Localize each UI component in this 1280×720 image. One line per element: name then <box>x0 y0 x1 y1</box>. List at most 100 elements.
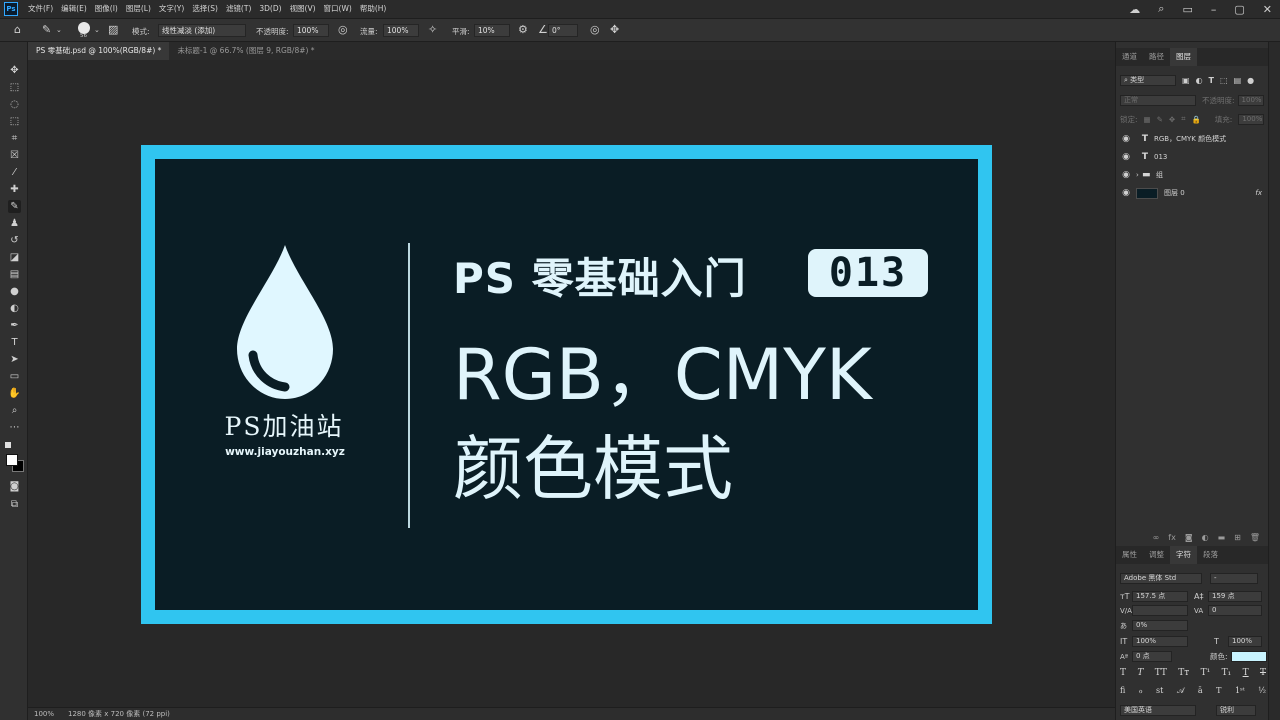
font-size-field[interactable]: 157.5 点 <box>1132 591 1188 602</box>
smoothing-field[interactable]: 10% <box>474 24 510 37</box>
menu-select[interactable]: 选择(S) <box>188 0 222 18</box>
tab-ps-basics[interactable]: PS 零基础.psd @ 100%(RGB/8#) * <box>28 42 170 60</box>
link-icon[interactable]: ∞ <box>1153 533 1160 542</box>
brush-settings-icon[interactable]: ▨ <box>108 24 118 36</box>
eye-icon[interactable]: ◉ <box>1116 188 1136 198</box>
eye-icon[interactable]: ◉ <box>1116 170 1136 180</box>
chevron-down-icon[interactable]: ⌄ <box>94 24 100 36</box>
lock-move-icon[interactable]: ✥ <box>1169 115 1175 124</box>
menu-view[interactable]: 视图(V) <box>286 0 320 18</box>
superscript-icon[interactable]: T¹ <box>1201 668 1211 678</box>
faux-italic-icon[interactable]: T <box>1137 668 1143 678</box>
leading-field[interactable]: 159 点 <box>1208 591 1262 602</box>
zoom-tool-icon[interactable]: ⌕ <box>8 404 21 417</box>
discretionary-ligature-icon[interactable]: st <box>1156 686 1163 696</box>
gradient-tool-icon[interactable]: ▤ <box>8 268 21 281</box>
tab-channels[interactable]: 通道 <box>1116 48 1143 66</box>
trash-icon[interactable]: 🗑 <box>1250 533 1260 542</box>
default-colors-icon[interactable] <box>5 442 11 448</box>
swash-icon[interactable]: 𝒜 <box>1177 686 1185 696</box>
rectangle-tool-icon[interactable]: ▭ <box>8 370 21 383</box>
horizontal-scale-field[interactable]: 100% <box>1228 636 1262 647</box>
tab-untitled[interactable]: 未标题-1 @ 66.7% (图层 9, RGB/8#) * <box>169 42 322 60</box>
layer-row[interactable]: ◉ › ▬ 组 <box>1116 166 1268 184</box>
brush-tool-icon[interactable]: ✎ <box>42 24 51 36</box>
baseline-shift-field[interactable]: 0 点 <box>1132 651 1172 662</box>
angle-field[interactable]: 0° <box>548 24 578 37</box>
frame-tool-icon[interactable]: ☒ <box>8 149 21 162</box>
strikethrough-icon[interactable]: T <box>1260 668 1266 678</box>
layer-row[interactable]: ◉ T RGB，CMYK 颜色模式 <box>1116 130 1268 148</box>
tracking-field[interactable]: 0 <box>1208 605 1262 616</box>
tab-properties[interactable]: 属性 <box>1116 546 1143 564</box>
search-icon[interactable]: ⌕ <box>1158 2 1164 16</box>
brush-tool-icon[interactable]: ✎ <box>8 200 21 213</box>
history-brush-tool-icon[interactable]: ↺ <box>8 234 21 247</box>
font-family-select[interactable]: Adobe 黑体 Std <box>1120 573 1202 584</box>
move-tool-icon[interactable]: ✥ <box>8 64 21 77</box>
more-tools-icon[interactable]: ⋯ <box>8 421 21 434</box>
flow-field[interactable]: 100% <box>383 24 419 37</box>
menu-layer[interactable]: 图层(L) <box>122 0 155 18</box>
menu-window[interactable]: 窗口(W) <box>320 0 356 18</box>
eye-icon[interactable]: ◉ <box>1116 134 1136 144</box>
stamp-tool-icon[interactable]: ♟ <box>8 217 21 230</box>
menu-3d[interactable]: 3D(D) <box>255 0 285 18</box>
layer-row[interactable]: ◉ 图层 0 fx <box>1116 184 1268 202</box>
new-layer-icon[interactable]: ⊞ <box>1234 533 1241 542</box>
menu-image[interactable]: 图像(I) <box>91 0 122 18</box>
lock-paint-icon[interactable]: ✎ <box>1157 115 1163 124</box>
menu-type[interactable]: 文字(Y) <box>155 0 188 18</box>
menu-edit[interactable]: 编辑(E) <box>57 0 91 18</box>
small-caps-icon[interactable]: Tт <box>1178 668 1189 678</box>
filter-toggle-icon[interactable]: ● <box>1247 76 1254 85</box>
titling-icon[interactable]: T <box>1216 686 1221 696</box>
tab-layers[interactable]: 图层 <box>1170 48 1197 66</box>
filter-image-icon[interactable]: ▣ <box>1182 76 1190 85</box>
blend-mode-select[interactable]: 正常 <box>1120 94 1196 106</box>
language-select[interactable]: 美国英语 <box>1120 705 1196 716</box>
faux-bold-icon[interactable]: T <box>1120 668 1126 678</box>
opacity-field[interactable]: 100% <box>293 24 329 37</box>
type-tool-icon[interactable]: T <box>8 336 21 349</box>
fraction-icon[interactable]: ½ <box>1258 686 1266 696</box>
kerning-field[interactable] <box>1132 605 1188 616</box>
marquee-tool-icon[interactable]: ⬚ <box>8 81 21 94</box>
hand-tool-icon[interactable]: ✋ <box>8 387 21 400</box>
eyedropper-tool-icon[interactable]: ⁄ <box>8 166 21 179</box>
layer-row[interactable]: ◉ T 013 <box>1116 148 1268 166</box>
healing-tool-icon[interactable]: ✚ <box>8 183 21 196</box>
maximize-icon[interactable]: ▢ <box>1234 3 1244 16</box>
fx-icon[interactable]: fx <box>1255 189 1262 197</box>
eye-icon[interactable]: ◉ <box>1116 152 1136 162</box>
chevron-down-icon[interactable]: ⌄ <box>56 24 62 36</box>
eraser-tool-icon[interactable]: ◪ <box>8 251 21 264</box>
home-icon[interactable]: ⌂ <box>14 24 21 36</box>
menu-file[interactable]: 文件(F) <box>24 0 57 18</box>
path-select-tool-icon[interactable]: ➤ <box>8 353 21 366</box>
tab-character[interactable]: 字符 <box>1170 546 1197 564</box>
layer-opacity-field[interactable]: 100% <box>1237 94 1264 106</box>
underline-icon[interactable]: T <box>1243 668 1249 678</box>
cloud-icon[interactable]: ☁ <box>1129 3 1140 16</box>
proportional-spacing-field[interactable]: 0% <box>1132 620 1188 631</box>
gear-icon[interactable]: ⚙ <box>518 24 528 36</box>
lasso-tool-icon[interactable]: ◌ <box>8 98 21 111</box>
ordinal-icon[interactable]: 1ˢᵗ <box>1235 686 1245 696</box>
vertical-scale-field[interactable]: 100% <box>1132 636 1188 647</box>
filter-type-icon[interactable]: T <box>1209 76 1214 85</box>
filter-adjust-icon[interactable]: ◐ <box>1196 76 1203 85</box>
menu-filter[interactable]: 滤镜(T) <box>222 0 255 18</box>
mask-icon[interactable]: ◙ <box>1185 533 1193 542</box>
minimize-icon[interactable]: – <box>1211 3 1217 16</box>
mode-select[interactable]: 线性减淡 (添加) <box>158 24 246 37</box>
tab-paths[interactable]: 路径 <box>1143 48 1170 66</box>
lock-artboard-icon[interactable]: ⌗ <box>1181 114 1185 124</box>
ligature-icon[interactable]: fi <box>1120 686 1125 696</box>
quick-mask-icon[interactable]: ◙ <box>8 480 21 493</box>
layer-filter-select[interactable]: ⌕ 类型 <box>1120 74 1176 86</box>
airbrush-icon[interactable]: ✧ <box>428 24 437 36</box>
filter-smart-icon[interactable]: ▤ <box>1234 76 1242 85</box>
blur-tool-icon[interactable]: ● <box>8 285 21 298</box>
workspace-icon[interactable]: ▭ <box>1182 3 1192 16</box>
